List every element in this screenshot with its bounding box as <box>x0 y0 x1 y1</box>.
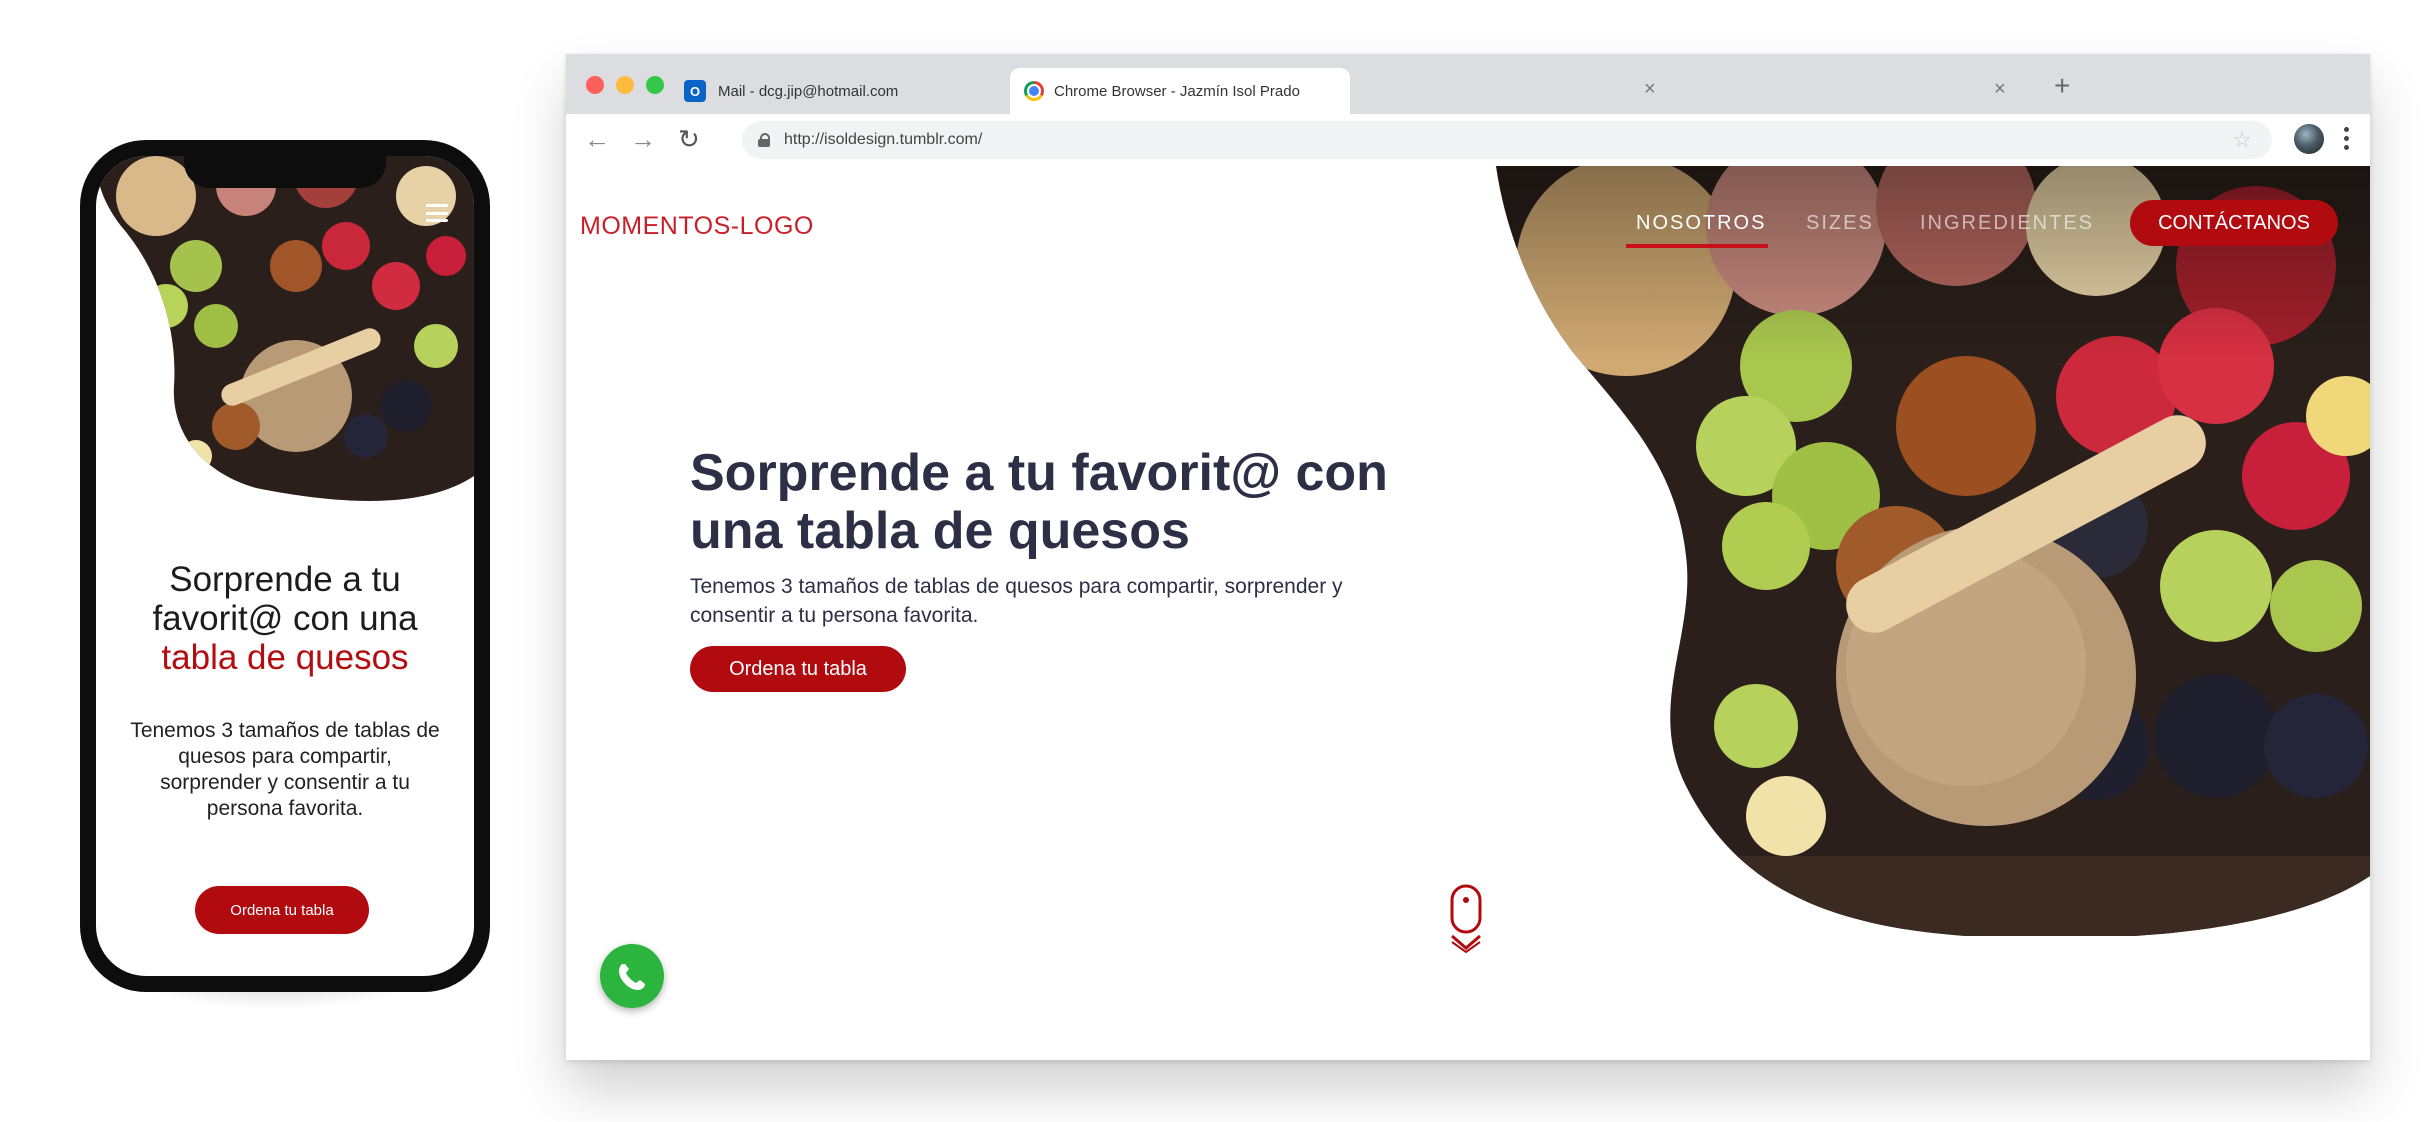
new-tab-icon[interactable]: + <box>2054 70 2070 102</box>
back-icon[interactable]: ← <box>584 124 610 155</box>
browser-window: O Mail - dcg.jip@hotmail.com × Chrome Br… <box>566 54 2370 1060</box>
tab-mail-label: Mail - dcg.jip@hotmail.com <box>718 82 899 100</box>
mouse-scroll-icon[interactable] <box>1446 884 1486 954</box>
maximize-window-button[interactable] <box>646 76 664 94</box>
phone-hero-image <box>96 156 474 501</box>
nav-link-ingredientes[interactable]: INGREDIENTES <box>1920 212 2094 235</box>
tab-chrome[interactable]: Chrome Browser - Jazmín Isol Prado <box>1010 68 1350 114</box>
url-input[interactable]: http://isoldesign.tumblr.com/ ☆ <box>742 121 2272 159</box>
tab-close-icon[interactable]: × <box>1994 78 2006 101</box>
phone-mockup: Sorprende a tu favorit@ con una tabla de… <box>80 140 490 992</box>
reload-icon[interactable]: ↻ <box>678 124 700 155</box>
phone-screen: Sorprende a tu favorit@ con una tabla de… <box>96 156 474 976</box>
order-button[interactable]: Ordena tu tabla <box>690 646 906 692</box>
avatar[interactable] <box>2294 124 2324 154</box>
chrome-icon <box>1024 81 1044 101</box>
phone-notch <box>184 156 386 188</box>
site-logo[interactable]: MOMENTOS-LOGO <box>580 212 814 241</box>
hero-image <box>1496 166 2370 936</box>
hamburger-icon[interactable] <box>426 204 448 222</box>
contact-button[interactable]: CONTÁCTANOS <box>2130 200 2338 246</box>
whatsapp-icon[interactable] <box>600 944 664 1008</box>
outlook-icon: O <box>684 80 706 102</box>
phone-title-accent: tabla de quesos <box>161 638 409 677</box>
forward-icon[interactable]: → <box>630 124 656 155</box>
address-bar: ← → ↻ http://isoldesign.tumblr.com/ ☆ <box>566 114 2370 166</box>
nav-active-underline <box>1626 244 1768 248</box>
bookmark-star-icon[interactable]: ☆ <box>2232 127 2252 153</box>
close-window-button[interactable] <box>586 76 604 94</box>
page-title: Sorprende a tu favorit@ con una tabla de… <box>690 444 1388 560</box>
phone-hero-title: Sorprende a tu favorit@ con una tabla de… <box>96 560 474 677</box>
nav-link-sizes[interactable]: SIZES <box>1806 212 1874 235</box>
lock-icon <box>758 133 770 147</box>
phone-order-button[interactable]: Ordena tu tabla <box>195 886 369 934</box>
nav-link-nosotros[interactable]: NOSOTROS <box>1636 212 1766 235</box>
tab-chrome-label: Chrome Browser - Jazmín Isol Prado <box>1054 82 1300 100</box>
page-viewport: MOMENTOS-LOGO NOSOTROS SIZES INGREDIENTE… <box>566 166 2370 1060</box>
phone-title-line1: Sorprende a tu <box>169 560 401 599</box>
hero-text: Tenemos 3 tamaños de tablas de quesos pa… <box>690 575 1343 627</box>
tab-bar: O Mail - dcg.jip@hotmail.com × Chrome Br… <box>566 54 2370 114</box>
phone-hero-text: Tenemos 3 tamaños de tablas de quesos pa… <box>130 719 440 820</box>
minimize-window-button[interactable] <box>616 76 634 94</box>
tab-chrome-close-icon[interactable]: × <box>1644 78 1656 101</box>
more-menu-icon[interactable] <box>2344 127 2349 150</box>
url-text: http://isoldesign.tumblr.com/ <box>784 131 983 148</box>
phone-title-line2: favorit@ con una <box>152 599 418 638</box>
